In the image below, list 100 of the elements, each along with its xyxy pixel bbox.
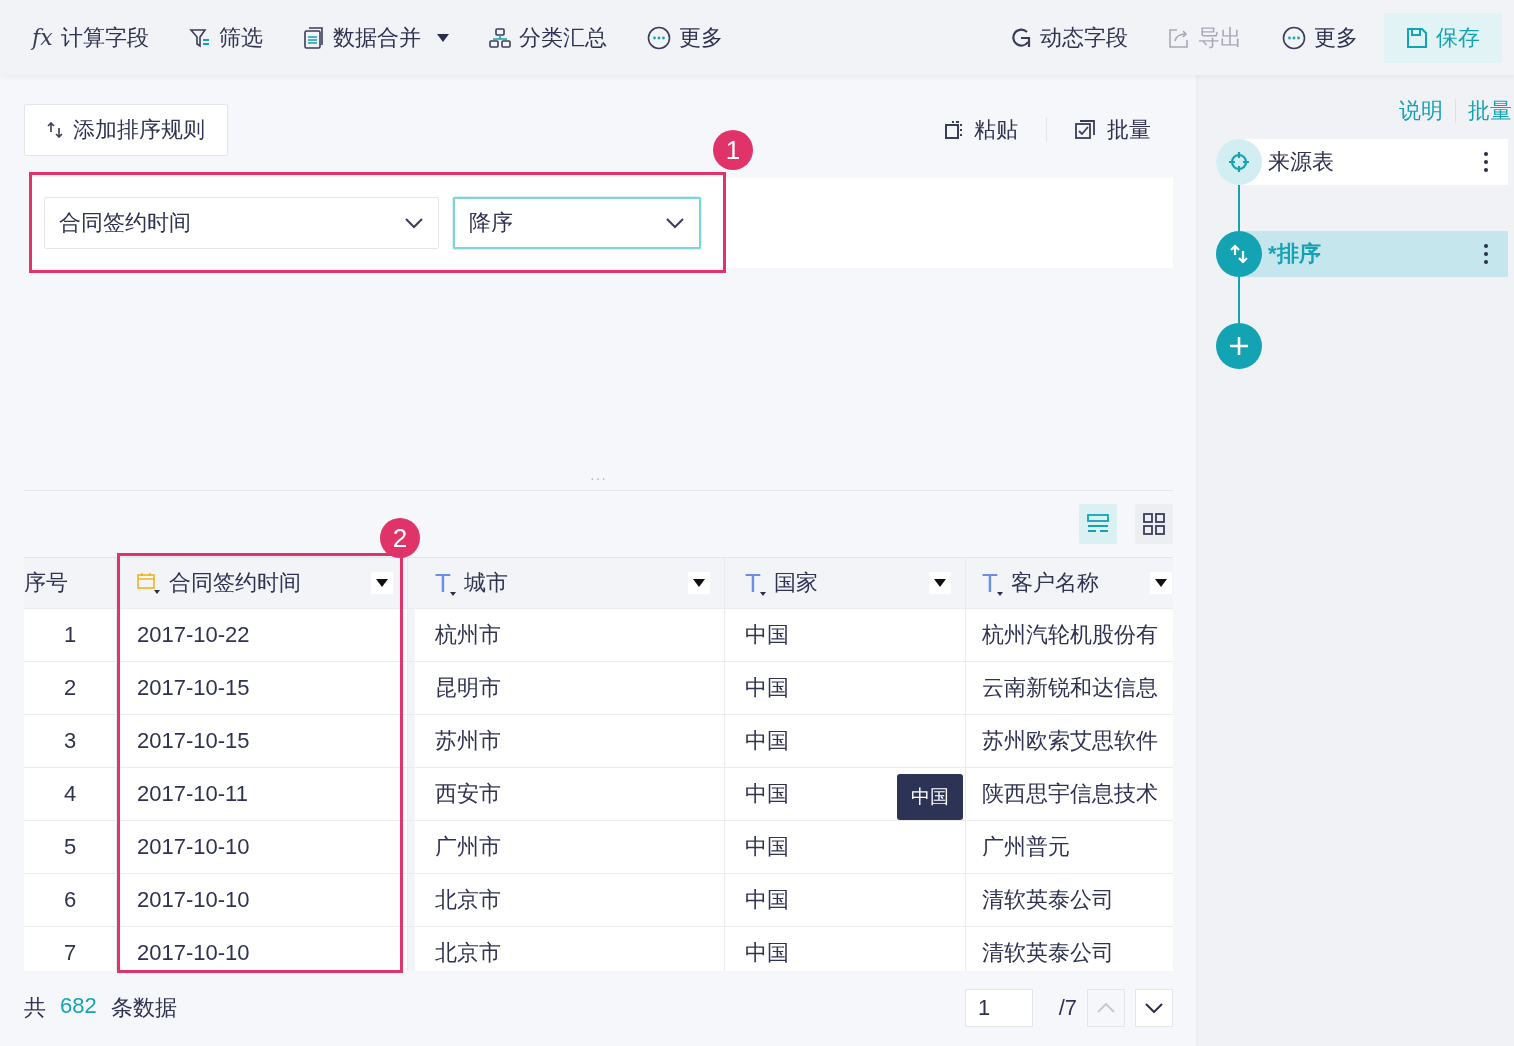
table-cell: 昆明市 bbox=[408, 662, 725, 714]
caret-icon bbox=[1155, 579, 1167, 587]
crosshair-icon bbox=[1228, 151, 1250, 173]
table-cell-text: 清软英泰公司 bbox=[981, 939, 1115, 967]
caret-icon bbox=[693, 579, 705, 587]
table-cell: 2017-10-10 bbox=[117, 927, 408, 971]
field-dropdown[interactable]: 合同签约时间 bbox=[44, 197, 439, 249]
page-input[interactable]: 1 bbox=[965, 989, 1033, 1027]
checkbox-icon bbox=[1075, 119, 1097, 141]
table-cell: 2017-10-10 bbox=[117, 874, 408, 926]
toolbar-button[interactable]: 筛选 bbox=[188, 12, 263, 63]
next-page-button[interactable] bbox=[1135, 989, 1173, 1027]
table-cell-text: 广州普元 bbox=[981, 833, 1071, 861]
list-view-icon bbox=[1087, 513, 1109, 535]
more-button[interactable]: 更多 bbox=[1282, 12, 1358, 63]
table-cell: 2017-10-15 bbox=[117, 715, 408, 767]
table-cell: 中国 bbox=[725, 609, 966, 661]
table-cell-text: 清软英泰公司 bbox=[981, 886, 1115, 914]
table-cell: 中国 bbox=[725, 874, 966, 926]
table-cell: 北京市 bbox=[408, 874, 725, 926]
caret-icon bbox=[934, 579, 946, 587]
table-cell-text: 云南新锐和达信息 bbox=[981, 674, 1159, 702]
filter-icon bbox=[188, 26, 211, 49]
table-cell: 7 bbox=[24, 927, 117, 971]
table-cell: 2017-10-22 bbox=[117, 609, 408, 661]
table-cell: 1 bbox=[24, 609, 117, 661]
chevron-up-icon bbox=[1097, 1003, 1115, 1013]
plus-icon bbox=[1228, 335, 1250, 357]
table-cell: 3 bbox=[24, 715, 117, 767]
column-header[interactable]: T 客户名称 bbox=[966, 558, 1172, 608]
column-header[interactable]: T 国家 bbox=[725, 558, 966, 608]
refresh-icon bbox=[1010, 26, 1032, 49]
total-label: 共 bbox=[24, 994, 46, 1022]
sort-arrows-icon bbox=[47, 122, 63, 138]
chevron-down-icon bbox=[404, 217, 424, 229]
sort-arrows-icon bbox=[1230, 244, 1248, 264]
table-cell: 苏州市 bbox=[408, 715, 725, 767]
export-icon bbox=[1168, 26, 1190, 49]
column-header[interactable]: 合同签约时间 bbox=[117, 558, 408, 608]
hierarchy-icon bbox=[488, 26, 511, 49]
text-type-icon: T bbox=[435, 570, 456, 596]
toolbar-button[interactable]: 分类汇总 bbox=[488, 12, 607, 63]
caret-icon bbox=[759, 592, 766, 596]
caret-icon bbox=[376, 579, 388, 587]
toolbar-button[interactable]: 数据合并 bbox=[302, 12, 449, 63]
caret-icon bbox=[449, 592, 456, 596]
callout-badge: 1 bbox=[713, 130, 753, 170]
column-menu-button[interactable] bbox=[371, 572, 393, 594]
paste-button[interactable]: 粘贴 bbox=[944, 115, 1018, 145]
text-type-icon: T bbox=[745, 570, 766, 596]
table-cell-text: 陕西思宇信息技术 bbox=[981, 780, 1159, 808]
chevron-down-icon bbox=[1145, 1003, 1163, 1013]
batch-button[interactable]: 批量 bbox=[1075, 115, 1151, 145]
page-total: /7 bbox=[1057, 995, 1077, 1021]
table-cell: 2 bbox=[24, 662, 117, 714]
table-cell: 中国 bbox=[725, 821, 966, 873]
document-icon bbox=[302, 26, 325, 49]
chevron-down-icon bbox=[665, 217, 685, 229]
callout-badge: 2 bbox=[380, 518, 420, 558]
table-cell-text: 杭州汽轮机股份有 bbox=[981, 621, 1159, 649]
column-menu-button[interactable] bbox=[1150, 572, 1172, 594]
column-header[interactable]: T 城市 bbox=[408, 558, 725, 608]
table-cell: 中国 中国 bbox=[725, 768, 966, 820]
column-menu-button[interactable] bbox=[929, 572, 951, 594]
toolbar-button[interactable]: fx 计算字段 bbox=[32, 12, 149, 63]
record-count: 682 bbox=[60, 993, 97, 1020]
table-cell: 广州市 bbox=[408, 821, 725, 873]
table-cell: 西安市 bbox=[408, 768, 725, 820]
total-label: 条数据 bbox=[110, 994, 177, 1022]
save-icon bbox=[1406, 26, 1428, 49]
table-cell-text: 苏州欧索艾思软件 bbox=[981, 727, 1159, 755]
more-button[interactable]: 更多 bbox=[646, 12, 723, 63]
step-item[interactable]: 来源表 bbox=[1216, 139, 1508, 185]
kebab-menu-icon bbox=[1484, 152, 1488, 172]
table-cell: 中国 bbox=[725, 662, 966, 714]
table-cell: 杭州市 bbox=[408, 609, 725, 661]
add-step-button[interactable] bbox=[1216, 323, 1262, 369]
table-cell: 2017-10-10 bbox=[117, 821, 408, 873]
table-cell: 2017-10-15 bbox=[117, 662, 408, 714]
kebab-menu-icon bbox=[1484, 244, 1488, 264]
caret-icon bbox=[996, 592, 1003, 596]
more-icon bbox=[646, 25, 671, 50]
toolbar-button[interactable]: 动态字段 bbox=[1010, 12, 1128, 63]
calendar-icon bbox=[137, 572, 161, 594]
add-sort-rule-button[interactable]: 添加排序规则 bbox=[24, 104, 228, 156]
table-cell: 2017-10-11 bbox=[117, 768, 408, 820]
table-cell: 5 bbox=[24, 821, 117, 873]
more-icon bbox=[1282, 25, 1306, 50]
list-view-button[interactable] bbox=[1079, 504, 1117, 544]
dropdown-caret-icon bbox=[436, 33, 449, 42]
paste-icon bbox=[944, 120, 964, 140]
grid-view-button[interactable] bbox=[1135, 504, 1173, 544]
table-cell: 中国 bbox=[725, 927, 966, 971]
table-cell: 中国 bbox=[725, 715, 966, 767]
formula-icon: fx bbox=[32, 25, 53, 50]
grid-view-icon bbox=[1143, 513, 1165, 535]
column-header[interactable]: 序号 bbox=[24, 558, 117, 608]
tooltip: 中国 bbox=[897, 774, 963, 820]
column-menu-button[interactable] bbox=[688, 572, 710, 594]
order-dropdown[interactable]: 降序 bbox=[453, 197, 701, 249]
